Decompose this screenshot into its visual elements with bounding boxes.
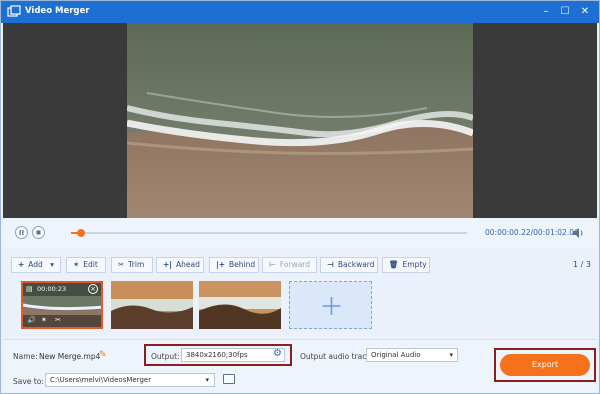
save-path-select[interactable]: C:\Users\melvi\VideosMerger ▾: [45, 373, 215, 387]
backward-button[interactable]: ⊣ Backward: [320, 257, 378, 273]
edit-button[interactable]: ✶ Edit: [66, 257, 106, 273]
ahead-button[interactable]: +| Ahead: [156, 257, 204, 273]
window-title: Video Merger: [25, 6, 90, 16]
plus-icon: +: [18, 260, 25, 269]
minimize-button[interactable]: –: [538, 5, 554, 19]
edit-name-icon[interactable]: ✎: [99, 350, 107, 360]
cut-icon[interactable]: ✂: [55, 316, 61, 324]
scissors-icon: ✂: [118, 260, 125, 269]
volume-icon[interactable]: [571, 226, 585, 240]
export-button[interactable]: Export: [500, 354, 590, 376]
trash-icon: 🗑: [389, 260, 399, 269]
name-label: Name:: [13, 352, 38, 361]
output-format-field[interactable]: 3840x2160;30fps: [181, 348, 285, 362]
clip-thumbnail-1[interactable]: 00:00:23 ▤ × 🔊 ✶ ✂: [21, 281, 103, 329]
title-bar: Video Merger – ☐ ✕: [1, 1, 599, 23]
chevron-down-icon: ▾: [50, 260, 54, 269]
pause-icon: [19, 230, 24, 235]
magic-wand-icon: ✶: [73, 260, 80, 269]
clip-1-actions: 🔊 ✶ ✂: [23, 315, 101, 327]
playback-bar: 00:00:00.22/00:01:02.06: [3, 218, 597, 248]
add-clip-button[interactable]: [289, 281, 372, 329]
file-name-value: New Merge.mp4: [39, 352, 101, 361]
audio-icon[interactable]: 🔊: [27, 316, 36, 324]
clip-2-image: [111, 281, 193, 329]
clip-counter: 1 / 3: [573, 260, 591, 269]
save-to-label: Save to:: [13, 377, 44, 386]
clip-strip: 00:00:23 ▤ × 🔊 ✶ ✂: [3, 277, 597, 335]
stop-icon: [36, 230, 41, 235]
chevron-down-icon: ▾: [449, 351, 453, 359]
clip-thumbnail-2[interactable]: [111, 281, 193, 329]
output-label: Output:: [151, 352, 180, 361]
pause-button[interactable]: [15, 226, 28, 239]
folder-icon[interactable]: [223, 374, 235, 384]
trim-button[interactable]: ✂ Trim: [111, 257, 153, 273]
video-merger-window: Video Merger – ☐ ✕ 00:00:00.22/00:01:02.…: [0, 0, 600, 394]
clip-duration: 00:00:23: [37, 285, 67, 293]
move-forward-icon: ⊢: [269, 260, 276, 269]
output-settings-bar: Name: New Merge.mp4 ✎ Output: 3840x2160;…: [3, 339, 597, 393]
gear-icon[interactable]: ⚙: [273, 348, 282, 359]
stop-button[interactable]: [32, 226, 45, 239]
plus-icon: [322, 297, 341, 315]
effects-icon[interactable]: ✶: [41, 316, 47, 324]
close-button[interactable]: ✕: [577, 5, 593, 19]
progress-slider[interactable]: [71, 229, 467, 237]
audio-track-select[interactable]: Original Audio ▾: [366, 348, 458, 362]
app-logo-icon: [7, 5, 21, 17]
add-button[interactable]: + Add ▾: [11, 257, 61, 273]
forward-button[interactable]: ⊢ Forward: [262, 257, 317, 273]
move-backward-icon: ⊣: [327, 260, 334, 269]
insert-ahead-icon: +|: [163, 260, 173, 269]
film-icon: ▤: [26, 285, 33, 293]
maximize-button[interactable]: ☐: [557, 5, 573, 19]
clip-thumbnail-3[interactable]: [199, 281, 281, 329]
behind-button[interactable]: |+ Behind: [209, 257, 259, 273]
empty-button[interactable]: 🗑 Empty: [382, 257, 430, 273]
video-preview: [3, 23, 597, 218]
remove-clip-icon[interactable]: ×: [88, 284, 98, 294]
time-readout: 00:00:00.22/00:01:02.06: [485, 228, 579, 237]
chevron-down-icon: ▾: [205, 376, 209, 384]
clip-toolbar: + Add ▾ ✶ Edit ✂ Trim +| Ahead |+ Behind ⊢ For…: [3, 251, 597, 275]
progress-handle[interactable]: [76, 229, 85, 237]
clip-3-image: [199, 281, 281, 329]
video-frame-image: [127, 23, 473, 218]
insert-behind-icon: |+: [216, 260, 226, 269]
audio-track-label: Output audio track:: [300, 352, 374, 361]
